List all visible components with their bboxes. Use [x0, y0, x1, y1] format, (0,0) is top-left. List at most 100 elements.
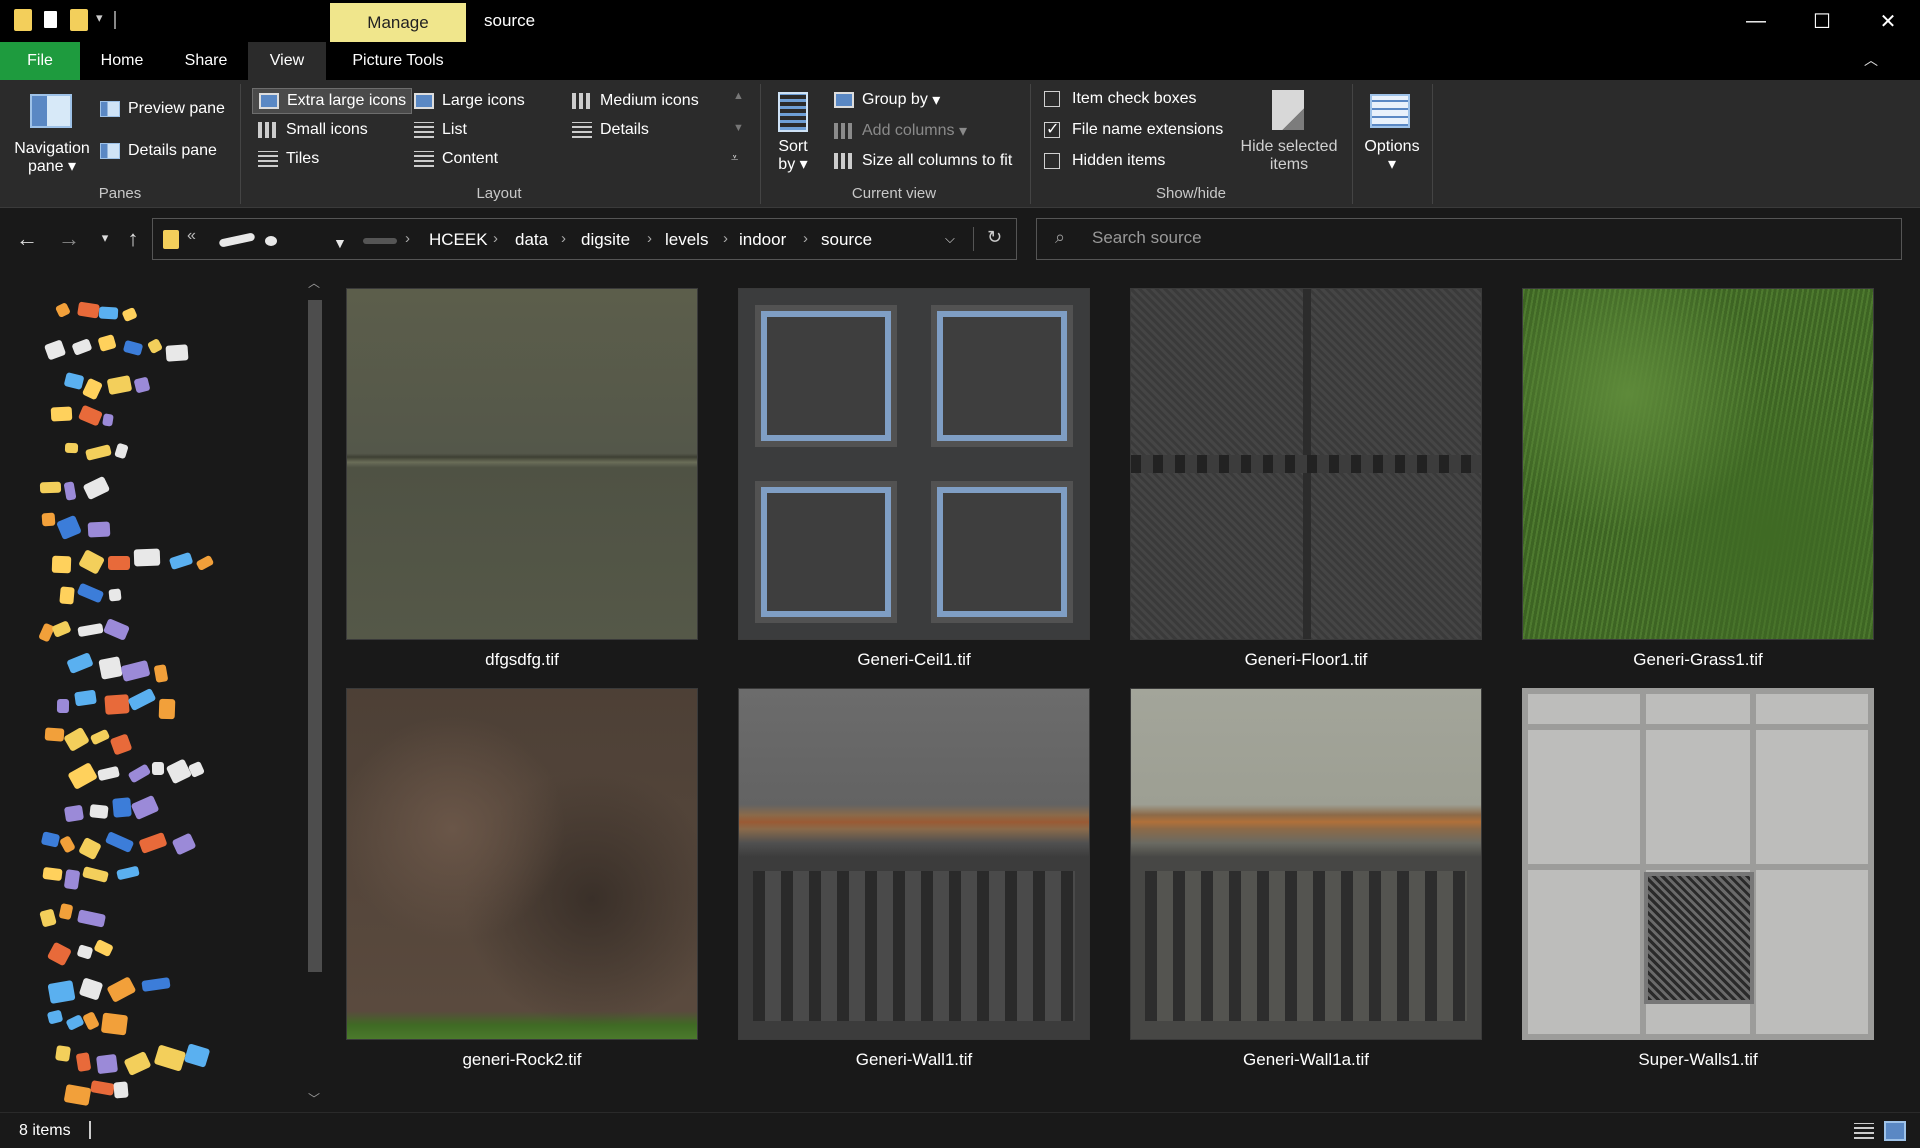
layout-large-icons[interactable]: Large icons	[414, 92, 525, 110]
navigation-tree-icon[interactable]	[62, 726, 89, 752]
tab-view[interactable]: View	[248, 42, 326, 80]
file-item[interactable]: Generi-Floor1.tif	[1114, 270, 1482, 669]
navigation-scroll-thumb[interactable]	[308, 300, 322, 972]
navigation-tree-icon[interactable]	[107, 588, 121, 602]
sort-by-icon[interactable]	[778, 92, 808, 132]
search-input[interactable]	[1092, 228, 1872, 248]
navigation-tree-icon[interactable]	[41, 512, 56, 527]
new-folder-icon[interactable]	[70, 9, 88, 31]
navigation-tree-icon[interactable]	[153, 663, 169, 683]
navigation-tree-icon[interactable]	[76, 943, 94, 960]
layout-list[interactable]: List	[414, 121, 467, 139]
add-columns-button[interactable]: Add columns ▾	[834, 121, 967, 141]
navigation-scrollbar[interactable]: ︿ ﹀	[300, 272, 326, 1108]
navigation-tree-icon[interactable]	[79, 977, 104, 1001]
navigation-tree-icon[interactable]	[40, 830, 61, 848]
preview-pane-button[interactable]: Preview pane	[100, 100, 225, 118]
navigation-tree-icon[interactable]	[63, 371, 85, 390]
item-check-boxes-toggle[interactable]: Item check boxes	[1044, 90, 1197, 108]
navigation-tree-icon[interactable]	[123, 1051, 152, 1077]
navigation-tree-icon[interactable]	[169, 552, 194, 570]
properties-icon[interactable]	[44, 11, 57, 28]
layout-medium-icons[interactable]: Medium icons	[572, 92, 699, 110]
navigation-tree-icon[interactable]	[54, 302, 72, 319]
file-item[interactable]: Super-Walls1.tif	[1506, 670, 1874, 1069]
layout-extra-large-icons[interactable]: Extra large icons	[252, 88, 412, 114]
navigation-tree-icon[interactable]	[97, 334, 117, 352]
navigation-tree-icon[interactable]	[195, 555, 215, 572]
forward-arrow-icon[interactable]: →	[56, 226, 82, 252]
navigation-tree-icon[interactable]	[76, 301, 100, 319]
group-by-button[interactable]: Group by ▾	[834, 90, 940, 110]
search-box[interactable]: ⌕	[1036, 218, 1902, 260]
navigation-tree-icon[interactable]	[93, 939, 115, 958]
navigation-tree-icon[interactable]	[104, 694, 129, 716]
navigation-tree-icon[interactable]	[52, 556, 72, 574]
file-name-extensions-checkbox[interactable]	[1044, 119, 1060, 139]
navigation-tree-icon[interactable]	[85, 444, 113, 462]
navigation-tree-icon[interactable]	[59, 835, 76, 854]
tab-file[interactable]: File	[0, 42, 80, 80]
navigation-tree-icon[interactable]	[127, 687, 157, 712]
file-item[interactable]: generi-Rock2.tif	[330, 670, 698, 1069]
navigation-tree-icon[interactable]	[67, 762, 98, 790]
details-pane-button[interactable]: Details pane	[100, 142, 217, 160]
navigation-tree-icon[interactable]	[114, 442, 130, 460]
navigation-pane-icon[interactable]	[30, 94, 72, 128]
scroll-down-icon[interactable]: ﹀	[308, 1090, 320, 1107]
navigation-tree-icon[interactable]	[102, 412, 115, 426]
navigation-tree-icon[interactable]	[76, 583, 105, 604]
file-item[interactable]: dfgsdfg.tif	[330, 270, 698, 669]
navigation-tree-icon[interactable]	[113, 1081, 129, 1099]
navigation-tree-icon[interactable]	[39, 481, 62, 493]
navigation-tree-icon[interactable]	[46, 1009, 64, 1025]
navigation-tree-icon[interactable]	[50, 406, 72, 423]
layout-small-icons[interactable]: Small icons	[258, 121, 368, 139]
navigation-tree-icon[interactable]	[63, 869, 81, 891]
navigation-tree-icon[interactable]	[151, 761, 165, 776]
options-icon[interactable]	[1370, 94, 1410, 128]
navigation-tree-icon[interactable]	[77, 837, 102, 861]
file-item[interactable]: Generi-Wall1a.tif	[1114, 670, 1482, 1069]
navigation-tree-icon[interactable]	[166, 759, 193, 786]
navigation-tree-icon[interactable]	[108, 556, 131, 570]
navigation-tree-icon[interactable]	[51, 620, 72, 639]
navigation-tree-icon[interactable]	[109, 733, 133, 755]
manage-tab[interactable]: Manage	[330, 3, 466, 42]
navigation-tree-icon[interactable]	[105, 830, 135, 853]
navigation-tree-icon[interactable]	[65, 1013, 85, 1031]
navigation-tree-icon[interactable]	[76, 622, 104, 638]
navigation-tree-icon[interactable]	[171, 832, 197, 856]
refresh-icon[interactable]: ↻	[987, 227, 1002, 248]
navigation-tree-icon[interactable]	[77, 404, 103, 426]
navigation-tree-icon[interactable]	[131, 794, 160, 821]
layout-details[interactable]: Details	[572, 121, 649, 139]
navigation-tree-icon[interactable]	[98, 306, 119, 320]
file-name-extensions-toggle[interactable]: File name extensions	[1044, 119, 1223, 139]
navigation-tree-icon[interactable]	[96, 1053, 119, 1074]
tab-picture-tools[interactable]: Picture Tools	[334, 42, 462, 80]
navigation-tree-icon[interactable]	[97, 765, 121, 781]
file-view[interactable]: dfgsdfg.tif Generi-Ceil1.tif Generi-Floo…	[330, 270, 1920, 1112]
minimize-button[interactable]: —	[1723, 0, 1789, 42]
file-item[interactable]: Generi-Grass1.tif	[1506, 270, 1874, 669]
navigation-tree-icon[interactable]	[89, 728, 111, 746]
navigation-tree-icon[interactable]	[81, 377, 103, 400]
hide-selected-items-icon[interactable]	[1272, 90, 1304, 130]
navigation-tree-icon[interactable]	[54, 1045, 72, 1062]
close-button[interactable]: ✕	[1855, 0, 1920, 42]
navigation-tree-icon[interactable]	[38, 908, 57, 927]
navigation-tree-icon[interactable]	[63, 804, 84, 823]
navigation-tree-icon[interactable]	[103, 617, 131, 641]
navigation-tree-icon[interactable]	[75, 1051, 92, 1072]
breadcrumb-indoor[interactable]: indoor	[739, 230, 786, 250]
navigation-tree-icon[interactable]	[56, 515, 82, 541]
sort-by-button[interactable]: Sort by ▾	[768, 138, 818, 174]
address-dropdown-icon[interactable]: ⌵	[945, 231, 955, 247]
navigation-tree-icon[interactable]	[90, 1080, 115, 1096]
navigation-tree-icon[interactable]	[81, 1011, 100, 1031]
navigation-tree-icon[interactable]	[64, 442, 79, 454]
details-view-icon[interactable]	[1854, 1123, 1874, 1139]
breadcrumb-levels[interactable]: levels	[665, 230, 708, 250]
breadcrumb-hceek[interactable]: HCEEK	[429, 230, 488, 250]
